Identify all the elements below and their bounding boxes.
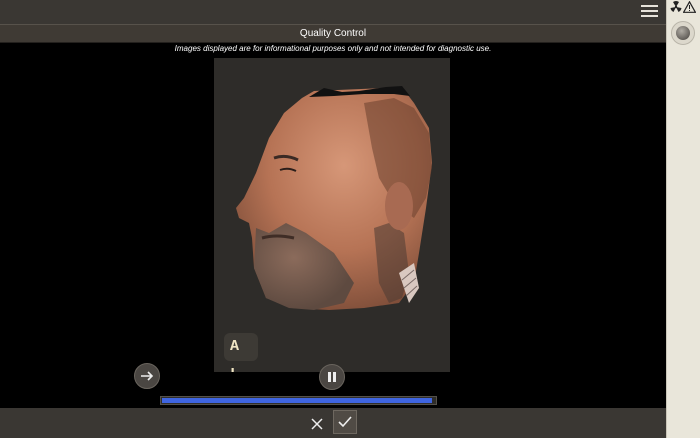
face-scan-model — [236, 86, 432, 310]
bottom-toolbar — [0, 408, 666, 438]
pause-icon — [328, 372, 336, 382]
scan-viewer[interactable]: A L — [214, 58, 450, 372]
orientation-label: A L — [224, 333, 258, 372]
arrow-right-icon — [141, 371, 154, 381]
close-icon[interactable] — [308, 416, 326, 432]
top-toolbar — [0, 0, 666, 24]
hamburger-menu-icon[interactable] — [641, 5, 658, 19]
progress-fill — [162, 398, 432, 403]
playback-progress[interactable] — [160, 396, 437, 405]
confirm-button[interactable] — [333, 410, 357, 434]
disclaimer-text: Images displayed are for informational p… — [174, 44, 492, 53]
radiation-icon — [670, 1, 682, 12]
dial-icon[interactable] — [671, 21, 695, 45]
page-title: Quality Control — [0, 24, 666, 43]
dial-knob — [676, 26, 690, 40]
check-icon — [338, 416, 352, 428]
pause-button[interactable] — [319, 364, 345, 390]
right-sidebar — [666, 0, 700, 438]
warning-icon[interactable] — [683, 1, 696, 13]
next-button[interactable] — [134, 363, 160, 389]
